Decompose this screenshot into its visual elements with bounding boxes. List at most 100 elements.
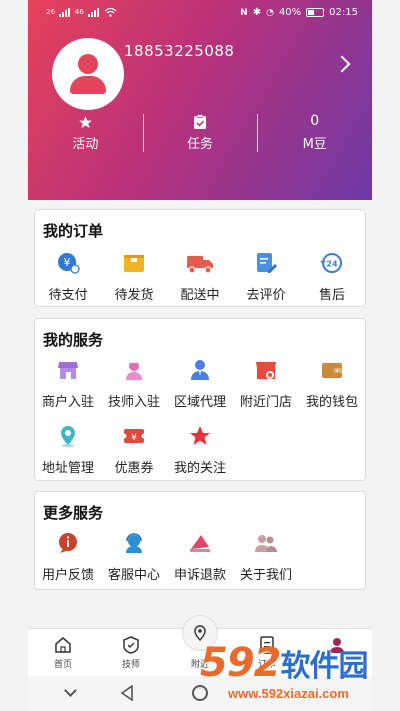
more-feedback[interactable]: 用户反馈 bbox=[35, 530, 101, 583]
about-us-icon bbox=[255, 535, 277, 552]
avatar[interactable] bbox=[52, 38, 124, 110]
watermark: 592软件园 www.592xiazai.com bbox=[200, 640, 400, 711]
clipboard-check-icon bbox=[194, 114, 206, 129]
nav-hide-icon[interactable] bbox=[64, 684, 77, 697]
service-regional-agent-label: 区域代理 bbox=[173, 395, 226, 410]
stat-activity[interactable]: 活动 bbox=[28, 112, 143, 154]
alarm-icon: ◔ bbox=[266, 7, 274, 18]
profile-header: 26 46 N ✱ ◔ 40% 02:15 18853225088 活动 任务 … bbox=[28, 0, 372, 200]
signal-icon bbox=[58, 7, 71, 17]
service-regional-agent[interactable]: 区域代理 bbox=[167, 357, 233, 410]
watermark-logo-text: 软件园 bbox=[280, 649, 369, 684]
more-customer-service-label: 客服中心 bbox=[107, 568, 160, 583]
technician-icon bbox=[126, 361, 142, 380]
avatar-head bbox=[78, 54, 98, 74]
status-bar: 26 46 N ✱ ◔ 40% 02:15 bbox=[28, 0, 372, 26]
stat-mbean-value: 0 bbox=[310, 113, 320, 129]
stats-row: 活动 任务 0 M豆 bbox=[28, 112, 372, 154]
status-left: 26 46 bbox=[46, 7, 117, 17]
order-pending-shipment[interactable]: 待发货 bbox=[101, 250, 167, 303]
order-pending-payment[interactable]: ¥ 待支付 bbox=[35, 250, 101, 303]
service-favorites-label: 我的关注 bbox=[173, 461, 226, 476]
order-pending-shipment-label: 待发货 bbox=[114, 288, 154, 303]
stat-task-label: 任务 bbox=[187, 137, 214, 152]
service-address-label: 地址管理 bbox=[41, 461, 94, 476]
coupon-icon: ¥ bbox=[122, 429, 146, 443]
more-about-us-label: 关于我们 bbox=[239, 568, 292, 583]
wifi-icon bbox=[104, 7, 117, 17]
more-customer-service[interactable]: 客服中心 bbox=[101, 530, 167, 583]
more-services-title: 更多服务 bbox=[43, 504, 104, 522]
service-coupon[interactable]: ¥ 优惠券 bbox=[101, 423, 167, 476]
nav-back-icon[interactable] bbox=[120, 685, 134, 701]
signal-icon-2 bbox=[87, 7, 100, 17]
more-refund[interactable]: 申诉退款 bbox=[167, 530, 233, 583]
service-merchant-join-label: 商户入驻 bbox=[41, 395, 94, 410]
svg-text:24: 24 bbox=[326, 260, 338, 269]
more-refund-label: 申诉退款 bbox=[173, 568, 226, 583]
stat-mbean[interactable]: 0 M豆 bbox=[257, 112, 372, 154]
more-feedback-label: 用户反馈 bbox=[41, 568, 94, 583]
edit-review-icon bbox=[257, 253, 277, 273]
watermark-url: www.592xiazai.com bbox=[228, 686, 349, 701]
service-technician-join[interactable]: 技师入驻 bbox=[101, 357, 167, 410]
service-favorites[interactable]: 我的关注 bbox=[167, 423, 233, 476]
tab-home[interactable]: 首页 bbox=[38, 635, 88, 670]
service-coupon-label: 优惠券 bbox=[114, 461, 154, 476]
star-icon bbox=[79, 116, 92, 129]
services-card: 我的服务 商户入驻 技师入驻 区域代理 附近门店 我的钱包 地址管理 ¥ 优惠券… bbox=[34, 318, 366, 481]
customer-service-icon bbox=[126, 533, 142, 553]
refund-icon bbox=[190, 535, 210, 552]
battery-percent: 40% bbox=[278, 7, 302, 18]
battery-icon bbox=[306, 8, 325, 17]
avatar-shoulders bbox=[70, 76, 106, 94]
home-icon bbox=[55, 637, 71, 653]
watermark-logo-number: 592 bbox=[200, 640, 281, 686]
package-icon bbox=[124, 255, 144, 272]
order-delivering[interactable]: 配送中 bbox=[167, 250, 233, 303]
status-time: 02:15 bbox=[329, 7, 358, 18]
network-label-2: 46 bbox=[74, 8, 84, 16]
order-to-review-label: 去评价 bbox=[246, 288, 286, 303]
orders-title: 我的订单 bbox=[43, 222, 104, 240]
service-address[interactable]: 地址管理 bbox=[35, 423, 101, 476]
technician-tab-icon bbox=[123, 636, 139, 654]
username[interactable]: 18853225088 bbox=[124, 42, 234, 60]
nearby-store-icon bbox=[256, 362, 276, 379]
service-wallet-label: 我的钱包 bbox=[305, 395, 358, 410]
orders-card: 我的订单 ¥ 待支付 待发货 配送中 去评价 24 售后 bbox=[34, 209, 366, 307]
star-favorite-icon bbox=[190, 426, 210, 445]
more-services-card: 更多服务 用户反馈 客服中心 申诉退款 关于我们 bbox=[34, 491, 366, 590]
agent-icon bbox=[191, 360, 209, 380]
status-right: N ✱ ◔ 40% 02:15 bbox=[240, 7, 358, 18]
service-merchant-join[interactable]: 商户入驻 bbox=[35, 357, 101, 410]
order-after-sales[interactable]: 24 售后 bbox=[299, 250, 365, 303]
feedback-icon bbox=[59, 533, 77, 553]
stat-task[interactable]: 任务 bbox=[142, 112, 258, 154]
stat-activity-label: 活动 bbox=[72, 137, 99, 152]
tab-home-label: 首页 bbox=[53, 660, 72, 670]
order-to-review[interactable]: 去评价 bbox=[233, 250, 299, 303]
service-nearby-store[interactable]: 附近门店 bbox=[233, 357, 299, 410]
24h-service-icon: 24 bbox=[320, 253, 342, 273]
watermark-logo: 592软件园 bbox=[200, 640, 369, 686]
tab-technician[interactable]: 技师 bbox=[106, 635, 156, 670]
order-pending-payment-label: 待支付 bbox=[48, 288, 88, 303]
bluetooth-icon: ✱ bbox=[252, 7, 262, 18]
svg-text:¥: ¥ bbox=[64, 256, 71, 269]
chevron-right-icon[interactable] bbox=[333, 55, 351, 73]
more-about-us[interactable]: 关于我们 bbox=[233, 530, 299, 583]
yen-payment-icon: ¥ bbox=[58, 253, 80, 274]
network-label-1: 26 bbox=[46, 8, 55, 16]
order-after-sales-label: 售后 bbox=[318, 288, 345, 303]
service-nearby-store-label: 附近门店 bbox=[239, 395, 292, 410]
stat-mbean-label: M豆 bbox=[302, 137, 327, 152]
truck-icon bbox=[187, 256, 213, 274]
location-pin-icon bbox=[61, 426, 75, 447]
nfc-icon: N bbox=[240, 7, 248, 18]
wallet-icon bbox=[322, 363, 342, 378]
tab-technician-label: 技师 bbox=[121, 660, 140, 670]
svg-text:¥: ¥ bbox=[131, 433, 137, 443]
service-wallet[interactable]: 我的钱包 bbox=[299, 357, 365, 410]
shop-icon bbox=[58, 362, 78, 379]
